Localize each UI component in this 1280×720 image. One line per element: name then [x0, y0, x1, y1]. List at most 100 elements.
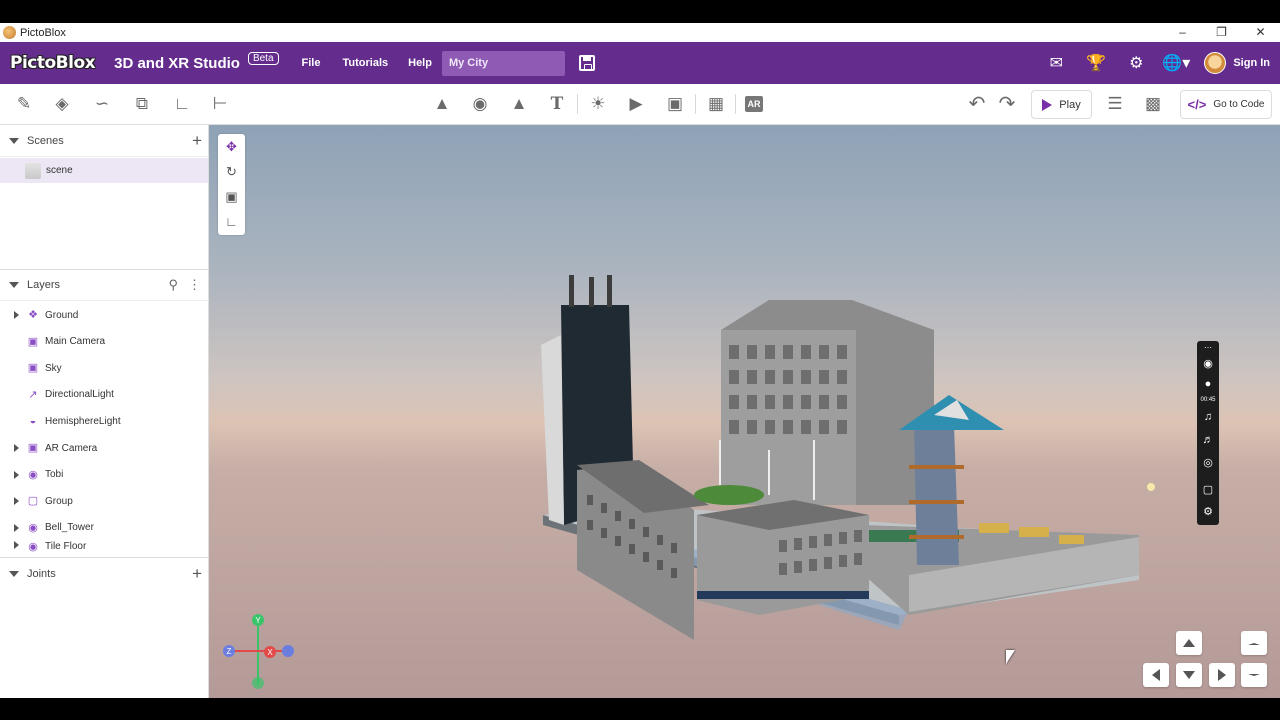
scenes-header[interactable]: Scenes +: [0, 125, 209, 157]
nav-back-button[interactable]: [1176, 663, 1202, 687]
layer-item[interactable]: ▢ Group: [0, 488, 208, 514]
layer-item[interactable]: ◒ HemisphereLight: [0, 408, 208, 434]
layer-item[interactable]: ◉ Bell_Tower: [0, 515, 208, 541]
feedback-icon[interactable]: ✉: [1036, 53, 1076, 73]
layer-item[interactable]: ❖ Ground: [0, 302, 208, 328]
avatar[interactable]: [1204, 52, 1227, 74]
rotate-tool-icon[interactable]: ↻: [218, 159, 245, 184]
scene-item[interactable]: scene: [0, 158, 208, 183]
camera-icon[interactable]: ▶: [624, 92, 648, 116]
undo-icon[interactable]: ↶: [965, 92, 989, 116]
layer-item[interactable]: ▣ AR Camera: [0, 435, 208, 461]
left-panel: Scenes + scene Layers ⚲ ⋮ ❖ Ground ▣ Main C…: [0, 125, 209, 698]
layer-label: HemisphereLight: [45, 415, 121, 427]
more-options-icon[interactable]: ⋮: [188, 277, 201, 293]
play-button[interactable]: Play: [1031, 90, 1092, 119]
recorder-settings-icon[interactable]: ⚙: [1197, 505, 1219, 518]
neg-z-axis-handle[interactable]: [282, 645, 294, 657]
layers-icon[interactable]: ⧉: [130, 92, 154, 116]
expand-arrow-icon[interactable]: [14, 470, 19, 479]
light-icon[interactable]: ☀: [586, 92, 610, 116]
nav-forward-button[interactable]: [1176, 631, 1202, 655]
recorder-menu-icon[interactable]: ⋯: [1197, 343, 1219, 352]
texture-icon[interactable]: ▦: [704, 92, 728, 116]
cube-icon: ▣: [27, 335, 39, 348]
neg-y-axis-handle[interactable]: [252, 677, 264, 689]
path-icon[interactable]: ∽: [90, 92, 114, 116]
layers-header[interactable]: Layers ⚲ ⋮: [0, 269, 209, 301]
layer-item[interactable]: ▣ Main Camera: [0, 329, 208, 355]
expand-arrow-icon[interactable]: [14, 497, 19, 506]
microphone-icon[interactable]: ♫: [1197, 411, 1219, 423]
collapse-caret-icon[interactable]: [9, 570, 19, 577]
nav-lower-button[interactable]: [1241, 663, 1267, 687]
redo-icon[interactable]: ↷: [995, 92, 1019, 116]
restore-button[interactable]: ❐: [1202, 23, 1241, 42]
text-icon[interactable]: T: [545, 92, 569, 116]
directional-light-icon: ↗: [28, 388, 38, 401]
close-button[interactable]: ✕: [1241, 23, 1280, 42]
camera-snapshot-icon[interactable]: ◉: [1197, 357, 1219, 370]
search-icon[interactable]: ⚲: [168, 277, 178, 293]
pencil-icon[interactable]: ✎: [12, 92, 36, 116]
collapse-caret-icon[interactable]: [9, 282, 19, 288]
bench: [1019, 527, 1049, 537]
menu-file[interactable]: File: [302, 57, 321, 69]
layer-label: Ground: [45, 309, 79, 321]
menu-tutorials[interactable]: Tutorials: [342, 57, 388, 69]
screen-icon[interactable]: ▢: [1197, 483, 1219, 496]
gear-icon[interactable]: ⚙: [1116, 53, 1156, 73]
add-scene-icon[interactable]: +: [192, 131, 202, 151]
layer-item[interactable]: ◉ Tile Floor: [0, 541, 208, 555]
bucket-icon[interactable]: ◈: [50, 92, 74, 116]
trophy-icon[interactable]: 🏆: [1076, 53, 1116, 73]
toolbar-divider: [735, 94, 736, 114]
image-icon[interactable]: ▣: [663, 92, 687, 116]
layer-item[interactable]: ▣ Sky: [0, 355, 208, 381]
project-name-input[interactable]: My City: [441, 50, 565, 76]
scale-tool-icon[interactable]: ▣: [218, 184, 245, 209]
mouse-pointer: [1006, 650, 1015, 664]
webcam-icon[interactable]: ◎: [1197, 456, 1219, 469]
align-icon[interactable]: ⊢: [208, 92, 232, 116]
pictoblox-logo[interactable]: PictoBlox: [10, 53, 96, 73]
settings-list-icon[interactable]: ☰: [1103, 92, 1127, 116]
save-icon[interactable]: [578, 55, 595, 71]
joints-header[interactable]: Joints +: [0, 557, 209, 589]
terrain-icon[interactable]: ▲: [507, 92, 531, 116]
expand-arrow-icon[interactable]: [14, 523, 19, 532]
layer-label: Sky: [45, 362, 62, 374]
expand-arrow-icon[interactable]: [14, 311, 19, 319]
move-tool-icon[interactable]: ✥: [218, 134, 245, 159]
axis-tool-icon[interactable]: ∟: [218, 209, 245, 234]
arrow-left-icon: [1152, 669, 1160, 681]
record-icon[interactable]: ●: [1197, 378, 1219, 390]
city-scene: Y X Z: [223, 275, 1155, 689]
3d-viewport[interactable]: Y X Z: [209, 125, 1280, 698]
character-icon[interactable]: ◉: [468, 92, 492, 116]
speaker-icon[interactable]: ♬: [1197, 434, 1219, 446]
layer-item[interactable]: ↗ DirectionalLight: [0, 382, 208, 408]
minimize-button[interactable]: –: [1163, 23, 1202, 42]
sign-in-link[interactable]: Sign In: [1233, 57, 1270, 69]
layer-item[interactable]: ◉ Tobi: [0, 462, 208, 488]
expand-arrow-icon[interactable]: [14, 444, 19, 452]
shapes-icon[interactable]: ▲: [430, 92, 454, 116]
character-icon: ◉: [28, 521, 38, 534]
light-glow: [1147, 483, 1155, 491]
expand-arrow-icon[interactable]: [14, 541, 19, 550]
ar-icon[interactable]: AR: [745, 96, 763, 112]
gallery-icon[interactable]: ▩: [1141, 92, 1165, 116]
go-to-code-button[interactable]: </> Go to Code: [1180, 90, 1272, 119]
slope-icon[interactable]: ∟: [170, 92, 194, 116]
nav-rise-button[interactable]: [1241, 631, 1267, 655]
globe-icon[interactable]: 🌐▾: [1156, 53, 1196, 73]
y-axis-label: Y: [255, 616, 261, 625]
nav-left-button[interactable]: [1143, 663, 1169, 687]
menu-help[interactable]: Help: [408, 57, 432, 69]
arrow-up-icon: [1183, 639, 1195, 647]
group-icon: ▢: [27, 495, 39, 508]
collapse-caret-icon[interactable]: [9, 137, 19, 144]
nav-right-button[interactable]: [1209, 663, 1235, 687]
add-joint-icon[interactable]: +: [192, 564, 202, 584]
